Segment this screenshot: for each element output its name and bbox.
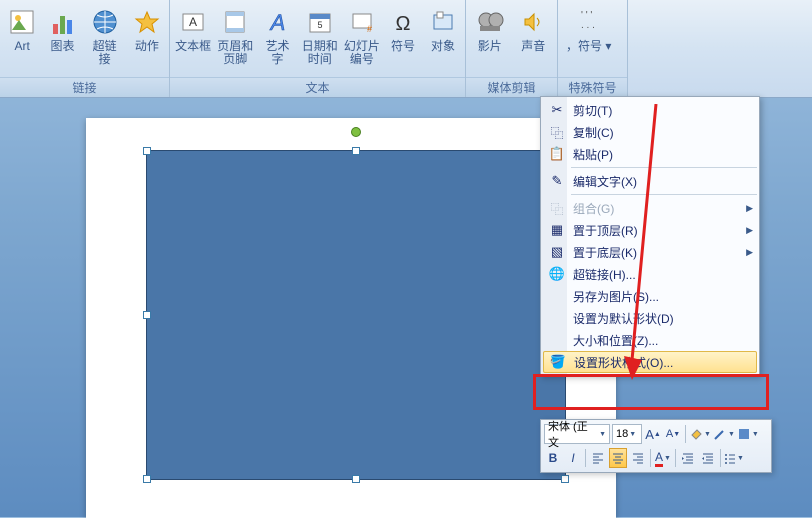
sound-icon (517, 6, 549, 38)
submenu-arrow-icon: ▶ (746, 247, 753, 258)
symbol-icon: Ω (387, 6, 419, 38)
submenu-arrow-icon: ▶ (746, 225, 753, 236)
sendback-icon: ▧ (547, 244, 567, 260)
selected-shape[interactable] (146, 150, 566, 480)
svg-text:5: 5 (317, 20, 322, 30)
saveaspic-item[interactable]: 另存为图片(S)... (543, 285, 757, 307)
action-button[interactable]: 动作 (127, 2, 167, 75)
shape-fill-button[interactable]: ▼ (689, 424, 711, 444)
paste-icon: 📋 (547, 146, 567, 162)
rotate-handle[interactable] (351, 127, 361, 137)
comma-icon: ' ' '. . . (573, 6, 605, 38)
ribbon-group-special: ' ' '. . . ，符号 ▾ 特殊符号 (558, 0, 628, 97)
sendback-item[interactable]: ▧置于底层(K)▶ (543, 241, 757, 263)
datetime-button[interactable]: 5 日期和 时间 (299, 2, 341, 75)
hyperlink-button[interactable]: 超链接 (83, 2, 127, 75)
svg-text:#: # (367, 24, 372, 34)
hyperlink-icon: 🌐 (547, 266, 567, 282)
submenu-arrow-icon: ▶ (746, 203, 753, 214)
ribbon-group-media: 影片 声音 媒体剪辑 (466, 0, 558, 97)
resize-handle-ml[interactable] (143, 311, 151, 319)
chart-button[interactable]: 图表 (42, 2, 82, 75)
ribbon: Art 图表 超链接 动作 链接 A 文本框 页眉 (0, 0, 812, 98)
star-icon (131, 6, 163, 38)
group-icon: ⿻ (547, 199, 567, 218)
grow-font-button[interactable]: A▲ (644, 424, 662, 444)
font-family-select[interactable]: 宋体 (正文▼ (544, 424, 610, 444)
sizepos-item[interactable]: 大小和位置(Z)... (543, 329, 757, 351)
bold-button[interactable]: B (544, 448, 562, 468)
ribbon-group-link: Art 图表 超链接 动作 链接 (0, 0, 170, 97)
wordart-button[interactable]: A 艺术字 (256, 2, 298, 75)
textbox-button[interactable]: A 文本框 (172, 2, 214, 75)
slide-canvas[interactable] (86, 118, 616, 518)
italic-button[interactable]: I (564, 448, 582, 468)
shape-outline-button[interactable]: ▼ (713, 424, 735, 444)
align-right-button[interactable] (629, 448, 647, 468)
movie-button[interactable]: 影片 (468, 2, 512, 75)
shrink-font-button[interactable]: A▼ (664, 424, 682, 444)
cut-icon: ✂ (547, 102, 567, 118)
font-color-button[interactable]: A▼ (654, 448, 672, 468)
group-label-special: 特殊符号 (558, 77, 627, 97)
svg-text:A: A (189, 15, 197, 29)
headerfooter-icon (219, 6, 251, 38)
hyperlink-item[interactable]: 🌐超链接(H)... (543, 263, 757, 285)
resize-handle-tl[interactable] (143, 147, 151, 155)
special-symbol-button[interactable]: ' ' '. . . ，符号 ▾ (560, 2, 617, 75)
headerfooter-button[interactable]: 页眉和 页脚 (214, 2, 256, 75)
svg-text:. . .: . . . (581, 20, 595, 31)
bringfront-item[interactable]: ▦置于顶层(R)▶ (543, 219, 757, 241)
slidenumber-icon: # (346, 6, 378, 38)
globe-icon (89, 6, 121, 38)
bullets-button[interactable]: ▼ (724, 448, 744, 468)
ribbon-group-text: A 文本框 页眉和 页脚 A 艺术字 5 日期和 时间 # 幻灯片 编号 Ω 符… (170, 0, 466, 97)
context-menu: ✂剪切(T) ⿻复制(C) 📋粘贴(P) ✎编辑文字(X) ⿻组合(G)▶ ▦置… (540, 96, 760, 376)
clipart-button[interactable]: Art (2, 2, 42, 75)
movie-icon (474, 6, 506, 38)
edit-icon: ✎ (547, 173, 567, 189)
edittext-item[interactable]: ✎编辑文字(X) (543, 170, 757, 192)
separator (571, 167, 757, 168)
paste-item[interactable]: 📋粘贴(P) (543, 143, 757, 165)
cut-item[interactable]: ✂剪切(T) (543, 99, 757, 121)
svg-text:Ω: Ω (396, 13, 411, 35)
decrease-indent-button[interactable] (679, 448, 697, 468)
resize-handle-bc[interactable] (352, 475, 360, 483)
svg-text:A: A (268, 10, 285, 35)
resize-handle-bl[interactable] (143, 475, 151, 483)
bucket-icon: 🪣 (548, 354, 568, 370)
textbox-icon: A (177, 6, 209, 38)
align-left-button[interactable] (589, 448, 607, 468)
slidenumber-button[interactable]: # 幻灯片 编号 (341, 2, 383, 75)
object-icon (427, 6, 459, 38)
group-label-text: 文本 (170, 77, 465, 97)
align-center-button[interactable] (609, 448, 627, 468)
object-button[interactable]: 对象 (423, 2, 463, 75)
group-label-link: 链接 (0, 77, 169, 97)
datetime-icon: 5 (304, 6, 336, 38)
increase-indent-button[interactable] (699, 448, 717, 468)
resize-handle-br[interactable] (561, 475, 569, 483)
font-size-select[interactable]: 18▼ (612, 424, 642, 444)
formatshape-item[interactable]: 🪣设置形状格式(O)... (543, 351, 757, 373)
setdefault-item[interactable]: 设置为默认形状(D) (543, 307, 757, 329)
copy-icon: ⿻ (547, 123, 567, 142)
separator (571, 194, 757, 195)
group-item: ⿻组合(G)▶ (543, 197, 757, 219)
chart-icon (47, 6, 79, 38)
symbol-button[interactable]: Ω 符号 (383, 2, 423, 75)
resize-handle-tc[interactable] (352, 147, 360, 155)
copy-item[interactable]: ⿻复制(C) (543, 121, 757, 143)
wordart-icon: A (262, 6, 294, 38)
shape-effects-button[interactable]: ▼ (737, 424, 759, 444)
mini-toolbar: 宋体 (正文▼ 18▼ A▲ A▼ ▼ ▼ ▼ B I A▼ ▼ (540, 419, 772, 473)
sound-button[interactable]: 声音 (512, 2, 556, 75)
bringfront-icon: ▦ (547, 222, 567, 238)
group-label-media: 媒体剪辑 (466, 77, 557, 97)
clipart-icon (6, 6, 38, 38)
